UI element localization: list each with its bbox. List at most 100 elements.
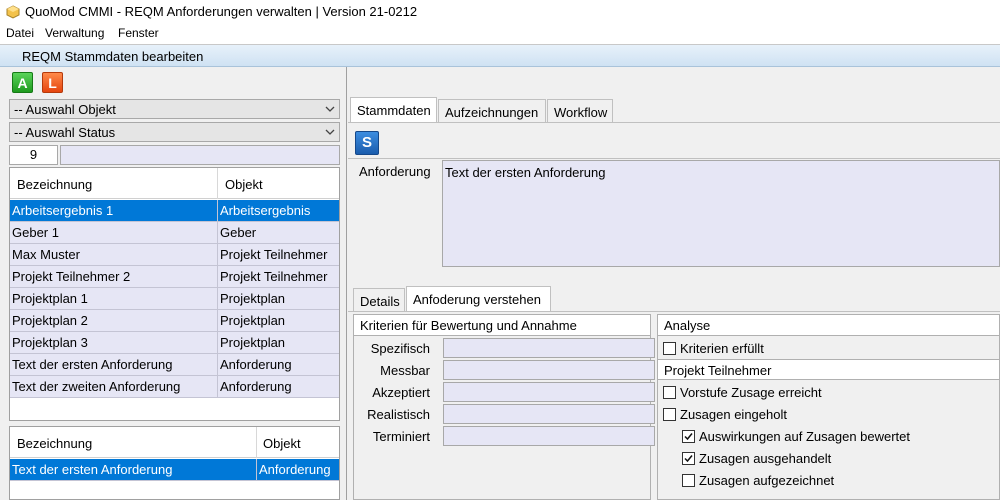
table-row[interactable]: Arbeitsergebnis 1 Arbeitsergebnis <box>10 200 339 222</box>
cell-objekt: Geber <box>220 225 257 240</box>
menu-bar: Datei Verwaltung Fenster <box>0 24 1000 44</box>
objekt-select-value: -- Auswahl Objekt <box>14 102 116 117</box>
kriterien-title: Kriterien für Bewertung und Annahme <box>360 318 577 333</box>
cell-divider <box>217 354 218 376</box>
form-header: REQM Stammdaten bearbeiten <box>0 45 1000 67</box>
selection-grid-header: Bezeichnung Objekt <box>10 427 339 458</box>
tab-label: Workflow <box>554 105 608 120</box>
cell-divider <box>256 459 257 481</box>
menu-verwaltung[interactable]: Verwaltung <box>45 26 104 40</box>
tab-anforderung-verstehen[interactable]: Anfoderung verstehen <box>406 286 551 312</box>
form-title: REQM Stammdaten bearbeiten <box>22 49 204 64</box>
cell-bezeichnung: Projektplan 3 <box>12 335 88 350</box>
cell-bezeichnung: Projekt Teilnehmer 2 <box>12 269 131 284</box>
cell-divider <box>217 376 218 398</box>
aufgezeichnet-checkbox-label: Zusagen aufgezeichnet <box>699 473 835 488</box>
table-row[interactable]: Text der ersten Anforderung Anforderung <box>10 459 339 481</box>
cell-divider <box>217 266 218 288</box>
ausgehandelt-checkbox-label: Zusagen ausgehandelt <box>699 451 832 466</box>
cell-divider <box>217 332 218 354</box>
tab-workflow[interactable]: Workflow <box>547 99 613 122</box>
eingeholt-checkbox[interactable] <box>663 408 676 421</box>
analyse-title: Analyse <box>664 318 711 333</box>
cell-objekt: Anforderung <box>220 357 292 372</box>
cell-objekt: Anforderung <box>259 462 331 477</box>
table-row[interactable]: Projektplan 2 Projektplan <box>10 310 339 332</box>
save-button[interactable]: S <box>355 131 379 155</box>
tab-baseline <box>348 122 1000 123</box>
analyse-panel-title: Analyse <box>658 315 999 336</box>
object-grid: Bezeichnung Objekt Arbeitsergebnis 1 Arbe… <box>9 167 340 421</box>
table-row[interactable]: Max Muster Projekt Teilnehmer <box>10 244 339 266</box>
cell-objekt: Projektplan <box>220 335 286 350</box>
terminiert-label: Terminiert <box>372 429 430 444</box>
cell-bezeichnung: Text der ersten Anforderung <box>12 462 173 477</box>
kriterien-panel-title: Kriterien für Bewertung und Annahme <box>354 315 650 336</box>
table-row[interactable]: Projektplan 1 Projektplan <box>10 288 339 310</box>
table-row[interactable]: Projektplan 3 Projektplan <box>10 332 339 354</box>
cell-objekt: Arbeitsergebnis <box>220 203 311 218</box>
ausgehandelt-checkbox[interactable] <box>682 452 695 465</box>
left-pane: A L -- Auswahl Objekt -- Auswahl Status … <box>0 67 347 500</box>
status-select[interactable]: -- Auswahl Status <box>9 122 340 142</box>
inner-tab-baseline <box>348 311 1000 312</box>
chevron-down-icon <box>325 106 335 112</box>
column-header-objekt[interactable]: Objekt <box>263 436 301 451</box>
eingeholt-checkbox-label: Zusagen eingeholt <box>680 407 787 422</box>
menu-datei[interactable]: Datei <box>6 26 34 40</box>
table-row[interactable]: Text der zweiten Anforderung Anforderung <box>10 376 339 398</box>
vorstufe-checkbox[interactable] <box>663 386 676 399</box>
cell-bezeichnung: Max Muster <box>12 247 80 262</box>
messbar-field[interactable] <box>443 360 655 380</box>
cell-bezeichnung: Text der ersten Anforderung <box>12 357 173 372</box>
tab-details[interactable]: Details <box>353 288 405 311</box>
cell-divider <box>217 244 218 266</box>
title-bar: QuoMod CMMI - REQM Anforderungen verwalt… <box>0 0 1000 24</box>
objekt-select[interactable]: -- Auswahl Objekt <box>9 99 340 119</box>
checkmark-icon <box>684 455 693 463</box>
cell-bezeichnung: Geber 1 <box>12 225 59 240</box>
kriterien-checkbox[interactable] <box>663 342 676 355</box>
akzeptiert-field[interactable] <box>443 382 655 402</box>
checkmark-icon <box>684 433 693 441</box>
table-row[interactable]: Geber 1 Geber <box>10 222 339 244</box>
table-row[interactable]: Text der ersten Anforderung Anforderung <box>10 354 339 376</box>
column-divider <box>217 168 218 199</box>
column-header-bezeichnung[interactable]: Bezeichnung <box>17 436 92 451</box>
delete-button[interactable]: L <box>42 72 63 93</box>
app-logo-icon <box>6 5 20 19</box>
cell-objekt: Projekt Teilnehmer <box>220 247 328 262</box>
spezifisch-field[interactable] <box>443 338 655 358</box>
tab-aufzeichnungen[interactable]: Aufzeichnungen <box>438 99 546 122</box>
menu-fenster[interactable]: Fenster <box>118 26 159 40</box>
terminiert-field[interactable] <box>443 426 655 446</box>
aufgezeichnet-checkbox[interactable] <box>682 474 695 487</box>
cell-bezeichnung: Projektplan 1 <box>12 291 88 306</box>
tab-stammdaten[interactable]: Stammdaten <box>350 97 437 122</box>
realistisch-field[interactable] <box>443 404 655 424</box>
cell-divider <box>217 310 218 332</box>
anforderung-textarea[interactable]: Text der ersten Anforderung <box>442 160 1000 267</box>
analyse-panel: Analyse Kriterien erfüllt Projekt Teilne… <box>657 314 1000 500</box>
cell-divider <box>217 222 218 244</box>
column-header-objekt[interactable]: Objekt <box>225 177 263 192</box>
right-pane: Stammdaten Aufzeichnungen Workflow S Anf… <box>348 67 1000 500</box>
record-count: 9 <box>9 145 58 165</box>
chevron-down-icon <box>325 129 335 135</box>
tab-label: Anfoderung verstehen <box>413 292 541 307</box>
filter-input[interactable] <box>60 145 340 165</box>
kriterien-panel: Kriterien für Bewertung und Annahme Spez… <box>353 314 655 500</box>
messbar-label: Messbar <box>380 363 430 378</box>
status-select-value: -- Auswahl Status <box>14 125 116 140</box>
cell-divider <box>217 200 218 222</box>
vorstufe-checkbox-label: Vorstufe Zusage erreicht <box>680 385 822 400</box>
column-header-bezeichnung[interactable]: Bezeichnung <box>17 177 92 192</box>
table-row[interactable]: Projekt Teilnehmer 2 Projekt Teilnehmer <box>10 266 339 288</box>
add-button[interactable]: A <box>12 72 33 93</box>
window-title: QuoMod CMMI - REQM Anforderungen verwalt… <box>25 4 418 19</box>
anforderung-text: Text der ersten Anforderung <box>445 165 606 180</box>
spezifisch-label: Spezifisch <box>370 341 430 356</box>
cell-bezeichnung: Arbeitsergebnis 1 <box>12 203 114 218</box>
kriterien-checkbox-label: Kriterien erfüllt <box>680 341 764 356</box>
auswirkungen-checkbox[interactable] <box>682 430 695 443</box>
